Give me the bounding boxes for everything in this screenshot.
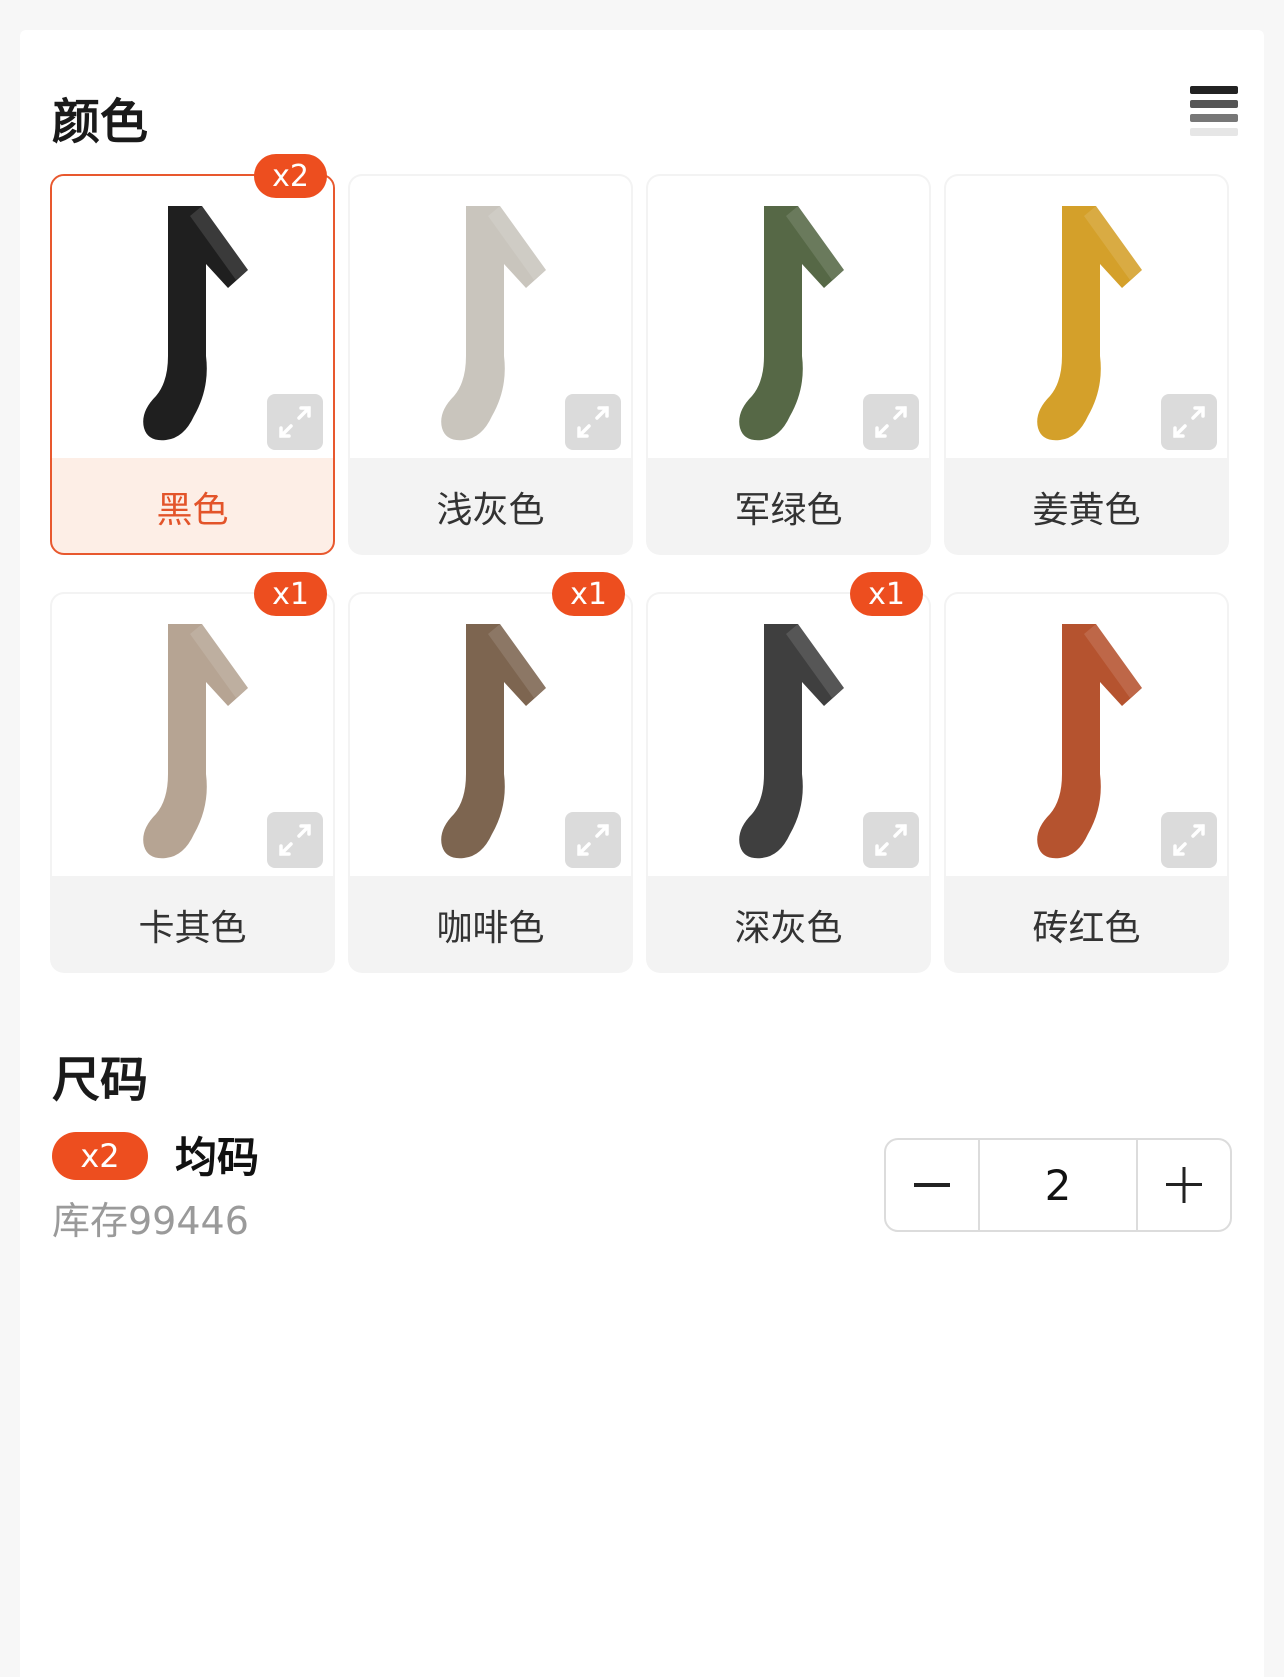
color-option-card[interactable]: 军绿色 <box>646 174 931 555</box>
color-option-card[interactable]: 卡其色 x1 <box>50 572 335 973</box>
sock-icon <box>441 624 546 859</box>
sock-icon <box>739 206 844 441</box>
color-option-label: 浅灰色 <box>436 489 545 531</box>
size-option-label[interactable]: 均码 <box>175 1124 259 1185</box>
selected-count-badge: x1 <box>254 572 327 616</box>
color-option-label: 卡其色 <box>138 907 247 949</box>
expand-icon[interactable] <box>565 394 621 450</box>
minus-icon <box>914 1183 950 1187</box>
expand-icon[interactable] <box>267 394 323 450</box>
sock-icon <box>1037 624 1142 859</box>
increment-button[interactable] <box>1138 1140 1230 1230</box>
sock-image <box>350 594 631 876</box>
expand-icon[interactable] <box>863 394 919 450</box>
stock-text: 库存99446 <box>52 1199 249 1243</box>
sock-image <box>52 176 333 458</box>
sock-icon <box>441 206 546 441</box>
color-section-title: 颜色 <box>52 94 149 150</box>
color-option-card[interactable]: 浅灰色 <box>348 174 633 555</box>
sock-image <box>52 594 333 876</box>
selected-count-badge: x1 <box>552 572 625 616</box>
color-option-card[interactable]: 深灰色 x1 <box>646 572 931 973</box>
list-view-toggle-icon[interactable] <box>1190 86 1240 136</box>
color-grid: 黑色 x2 浅灰色 军绿色 姜黄色卡其色 x1 咖啡色 x1 深灰色 x1 砖红色 <box>50 154 1246 994</box>
sock-image <box>350 176 631 458</box>
sock-image <box>648 176 929 458</box>
sock-icon <box>143 206 248 441</box>
color-option-label: 姜黄色 <box>1032 489 1141 531</box>
color-option-label: 砖红色 <box>1032 907 1141 949</box>
color-option-label: 深灰色 <box>734 907 843 949</box>
sku-panel: 颜色 黑色 x2 浅灰色 军绿色 姜黄色卡其色 x1 咖啡色 x1 深灰色 x1 砖红色 尺码 x2… <box>20 30 1264 1677</box>
sock-icon <box>1037 206 1142 441</box>
color-option-label: 黑色 <box>156 489 229 531</box>
expand-icon[interactable] <box>1161 394 1217 450</box>
color-option-label: 军绿色 <box>734 489 843 531</box>
color-option-card[interactable]: 黑色 x2 <box>50 154 335 555</box>
quantity-value[interactable]: 2 <box>978 1140 1138 1230</box>
sock-icon <box>143 624 248 859</box>
quantity-stepper: 2 <box>884 1138 1232 1232</box>
color-option-card[interactable]: 姜黄色 <box>944 174 1229 555</box>
color-option-label: 咖啡色 <box>436 907 545 949</box>
expand-icon[interactable] <box>565 812 621 868</box>
color-option-card[interactable]: 砖红色 <box>944 592 1229 973</box>
size-section-title: 尺码 <box>52 1052 149 1108</box>
plus-icon <box>1166 1167 1202 1203</box>
sock-image <box>946 176 1227 458</box>
color-option-card[interactable]: 咖啡色 x1 <box>348 572 633 973</box>
sock-image <box>648 594 929 876</box>
expand-icon[interactable] <box>267 812 323 868</box>
expand-icon[interactable] <box>1161 812 1217 868</box>
sock-icon <box>739 624 844 859</box>
sock-image <box>946 594 1227 876</box>
size-count-badge: x2 <box>52 1132 148 1180</box>
selected-count-badge: x1 <box>850 572 923 616</box>
expand-icon[interactable] <box>863 812 919 868</box>
decrement-button[interactable] <box>886 1140 978 1230</box>
selected-count-badge: x2 <box>254 154 327 198</box>
